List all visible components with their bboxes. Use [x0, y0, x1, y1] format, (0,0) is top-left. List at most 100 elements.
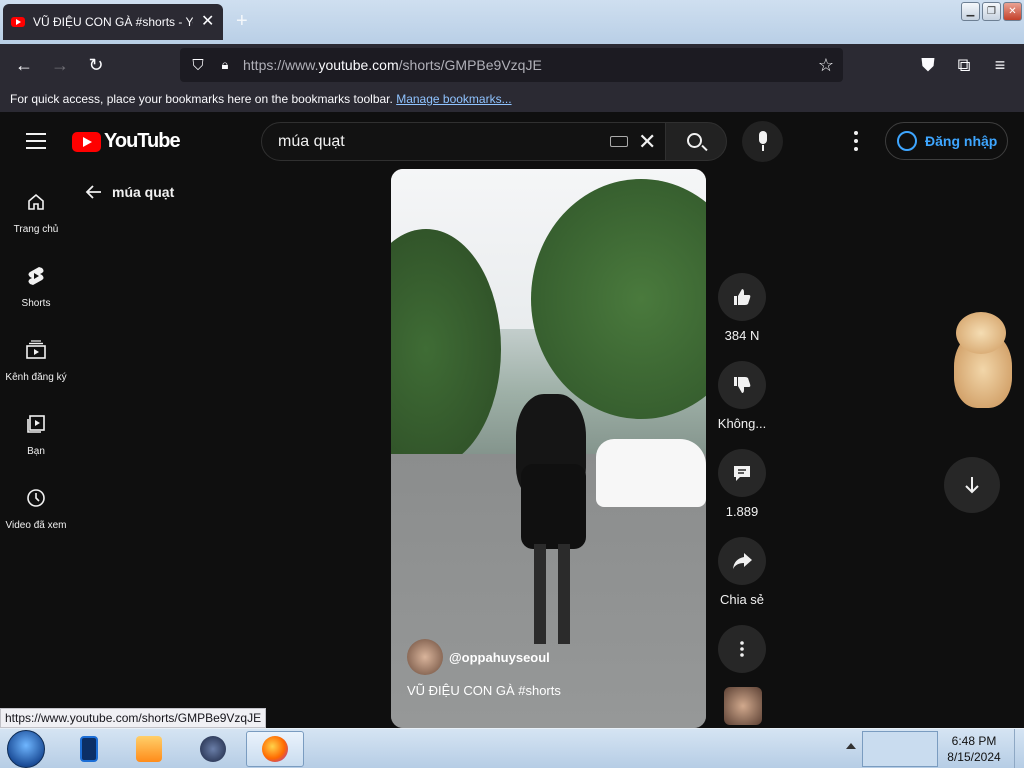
- video-dancer: [506, 394, 601, 644]
- next-short-button[interactable]: [944, 457, 1000, 513]
- reload-icon[interactable]: ↻: [84, 53, 108, 77]
- sound-pivot-thumbnail[interactable]: [724, 687, 762, 725]
- bookmarks-hint: For quick access, place your bookmarks h…: [10, 92, 393, 106]
- extensions-icon[interactable]: ⧉: [952, 53, 976, 77]
- arrow-down-icon: [965, 477, 979, 494]
- subscriptions-icon: [24, 338, 48, 362]
- youtube-logo-text: YouTube: [104, 130, 181, 152]
- pocket-icon[interactable]: ⛊: [916, 53, 940, 77]
- search-button[interactable]: [665, 122, 727, 161]
- search-input[interactable]: múa quạt ✕: [261, 122, 666, 161]
- comment-icon: [734, 466, 750, 481]
- tab-title: VŨ ĐIỆU CON GÀ #shorts - You: [33, 15, 193, 29]
- taskbar-app-media[interactable]: [120, 731, 178, 767]
- dislike-button[interactable]: [718, 361, 766, 409]
- comments-button[interactable]: [718, 449, 766, 497]
- channel-name[interactable]: @oppahuyseoul: [449, 650, 550, 665]
- shield-icon[interactable]: ⛉: [186, 53, 210, 77]
- link-status-tooltip: https://www.youtube.com/shorts/GMPBe9Vzq…: [0, 708, 267, 728]
- manage-bookmarks-link[interactable]: Manage bookmarks...: [396, 92, 511, 106]
- tray-expand-icon[interactable]: [846, 743, 856, 749]
- youtube-page: YouTube múa quạt ✕ Đăng nhập Trang chủ S…: [0, 112, 1024, 728]
- taskbar-app-firefox[interactable]: [246, 731, 304, 767]
- notification-area[interactable]: [862, 731, 938, 767]
- bookmarks-toolbar: For quick access, place your bookmarks h…: [0, 86, 1024, 112]
- browser-tab-active[interactable]: VŨ ĐIỆU CON GÀ #shorts - You ✕: [3, 4, 223, 40]
- restore-icon[interactable]: ❐: [982, 2, 1001, 21]
- guide-item-history[interactable]: Video đã xem: [0, 478, 72, 552]
- back-icon[interactable]: ←: [12, 53, 36, 77]
- browser-nav-bar: ← → ↻ ⛉ 🔒︎ https://www.youtube.com/short…: [0, 44, 1024, 86]
- forward-icon[interactable]: →: [48, 53, 72, 77]
- shorts-icon: [24, 264, 48, 288]
- close-window-icon[interactable]: ✕: [1003, 2, 1022, 21]
- sign-in-button[interactable]: Đăng nhập: [885, 122, 1008, 160]
- hamster-overlay: [932, 308, 1018, 410]
- media-player-icon: [136, 736, 162, 762]
- youtube-logo-icon: [72, 131, 101, 152]
- youtube-logo[interactable]: YouTube: [72, 130, 181, 153]
- account-icon: [897, 131, 917, 151]
- more-actions-button[interactable]: [718, 625, 766, 673]
- back-to-search[interactable]: múa quạt: [84, 182, 174, 202]
- windows-taskbar: 6:48 PM 8/15/2024: [0, 728, 1024, 768]
- youtube-favicon-icon: [11, 17, 25, 27]
- minimize-icon[interactable]: ▁: [961, 2, 980, 21]
- guide-item-shorts[interactable]: Shorts: [0, 256, 72, 330]
- dislike-action: Không...: [718, 361, 766, 449]
- mini-guide: Trang chủ Shorts Kênh đăng ký Bạn Video …: [0, 182, 72, 552]
- settings-more-icon[interactable]: [854, 131, 858, 151]
- arrow-left-icon: [85, 185, 101, 199]
- bookmark-star-icon[interactable]: ☆: [814, 53, 838, 77]
- short-title: VŨ ĐIỆU CON GÀ #shorts: [407, 683, 561, 698]
- globe-app-icon: [200, 736, 226, 762]
- share-action: Chia sẻ: [718, 537, 766, 625]
- history-icon: [24, 486, 48, 510]
- shorts-actions: 384 N Không... 1.889 Chia sẻ: [718, 273, 766, 673]
- clear-search-icon[interactable]: ✕: [638, 129, 656, 155]
- taskbar-app-globe[interactable]: [184, 731, 242, 767]
- microphone-icon: [759, 131, 767, 144]
- guide-item-home[interactable]: Trang chủ: [0, 182, 72, 256]
- start-button[interactable]: [7, 730, 45, 768]
- tab-close-icon[interactable]: ✕: [201, 14, 214, 30]
- url-bar[interactable]: ⛉ 🔒︎ https://www.youtube.com/shorts/GMPB…: [180, 48, 843, 82]
- search-value: múa quạt: [278, 133, 345, 150]
- like-button[interactable]: [718, 273, 766, 321]
- you-icon: [24, 412, 48, 436]
- guide-menu-icon[interactable]: [26, 133, 46, 149]
- clock-time: 6:48 PM: [951, 734, 997, 748]
- voice-search-button[interactable]: [742, 121, 783, 162]
- guide-item-you[interactable]: Bạn: [0, 404, 72, 478]
- window-controls: ▁ ❐ ✕: [961, 2, 1022, 21]
- like-count: 384 N: [724, 328, 760, 343]
- share-button[interactable]: [718, 537, 766, 585]
- home-icon: [24, 190, 48, 214]
- more-vert-icon: [740, 641, 744, 657]
- menu-icon[interactable]: ≡: [988, 53, 1012, 77]
- video-car: [596, 439, 706, 507]
- channel-avatar[interactable]: [407, 639, 443, 675]
- show-desktop-button[interactable]: [1014, 729, 1024, 768]
- comment-count: 1.889: [725, 504, 759, 519]
- search-icon: [687, 133, 702, 148]
- firefox-icon: [262, 736, 288, 762]
- comments-action: 1.889: [718, 449, 766, 537]
- browser-tab-strip: VŨ ĐIỆU CON GÀ #shorts - You ✕ + ▁ ❐ ✕: [0, 0, 1024, 44]
- shorts-video-player[interactable]: @oppahuyseoul VŨ ĐIỆU CON GÀ #shorts: [391, 169, 706, 728]
- url-text: https://www.youtube.com/shorts/GMPBe9Vzq…: [243, 57, 542, 73]
- back-label: múa quạt: [112, 184, 175, 200]
- phone-app-icon: [80, 736, 98, 762]
- taskbar-app-phone[interactable]: [60, 731, 118, 767]
- sign-in-label: Đăng nhập: [925, 133, 998, 149]
- taskbar-clock[interactable]: 6:48 PM 8/15/2024: [940, 733, 1008, 765]
- new-tab-icon[interactable]: +: [236, 11, 248, 31]
- thumbs-down-icon: [734, 377, 751, 393]
- keyboard-icon[interactable]: [610, 136, 628, 147]
- share-icon: [733, 553, 752, 569]
- guide-item-subscriptions[interactable]: Kênh đăng ký: [0, 330, 72, 404]
- dislike-label: Không...: [717, 416, 767, 431]
- channel-info[interactable]: @oppahuyseoul: [407, 639, 550, 675]
- like-action: 384 N: [718, 273, 766, 361]
- lock-icon[interactable]: 🔒︎: [213, 53, 237, 77]
